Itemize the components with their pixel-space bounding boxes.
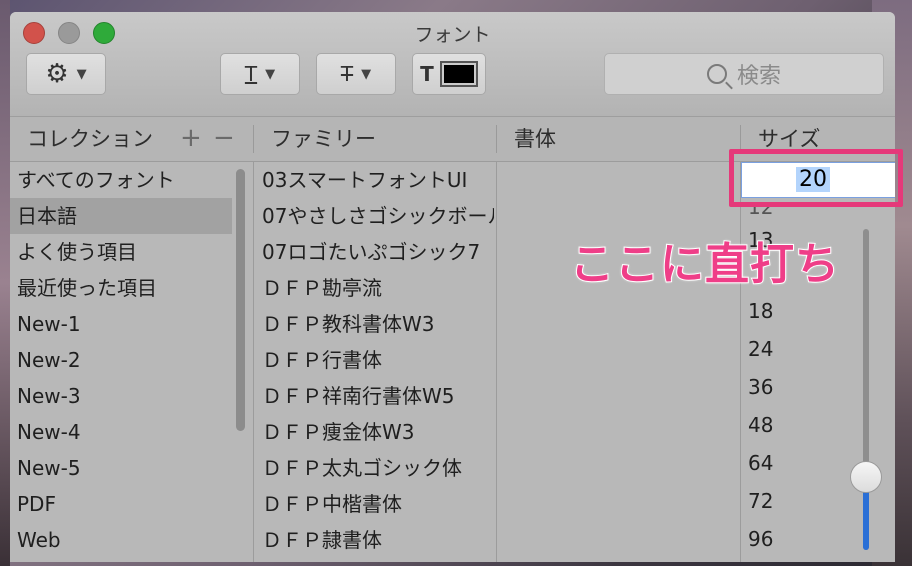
column-headers: コレクション + − ファミリー 書体 サイズ <box>10 117 895 162</box>
size-input[interactable]: 20 <box>741 162 895 198</box>
family-item[interactable]: 07ロゴたいぷゴシック7 <box>254 234 494 270</box>
desktop-wallpaper-left <box>0 0 10 566</box>
size-option[interactable]: 72 <box>746 482 826 520</box>
size-option[interactable]: 24 <box>746 330 826 368</box>
collection-item-selected[interactable]: 日本語 <box>10 198 232 234</box>
color-well[interactable] <box>439 61 478 87</box>
family-item[interactable]: ＤＦＰ痩金体W3 <box>254 414 494 450</box>
gear-icon: ⚙ <box>45 59 69 89</box>
column-divider[interactable] <box>253 125 254 153</box>
size-option[interactable]: 96 <box>746 520 826 558</box>
size-option[interactable]: 48 <box>746 406 826 444</box>
family-item[interactable]: ＤＦＰ祥南行書体W5 <box>254 378 494 414</box>
size-option[interactable]: 18 <box>746 292 826 330</box>
family-item[interactable]: ＤＦＰ中楷書体 <box>254 486 494 522</box>
action-menu-button[interactable]: ⚙ ▼ <box>26 53 106 95</box>
column-divider-line <box>740 162 741 562</box>
family-item[interactable]: ＤＦＰ隷書体 <box>254 522 494 558</box>
text-color-button[interactable]: T <box>412 53 486 95</box>
search-field[interactable]: 検索 <box>604 53 884 95</box>
size-header: サイズ <box>758 127 821 151</box>
annotation-callout: ここに直打ち <box>569 238 840 291</box>
collection-item[interactable]: New-1 <box>10 306 232 342</box>
add-collection-button[interactable]: + <box>180 117 202 161</box>
collection-item[interactable]: すべてのフォント <box>10 162 232 198</box>
collection-list: すべてのフォント 日本語 よく使う項目 最近使った項目 New-1 New-2 … <box>10 162 232 562</box>
collection-item[interactable]: New-2 <box>10 342 232 378</box>
collection-item[interactable]: New-3 <box>10 378 232 414</box>
family-item[interactable]: 07やさしさゴシックボールド <box>254 198 494 234</box>
size-slider-knob[interactable] <box>850 461 882 493</box>
remove-collection-button[interactable]: − <box>213 117 235 161</box>
size-option[interactable]: 12 <box>746 202 826 226</box>
family-list: 03スマートフォントUI 07やさしさゴシックボールド 07ロゴたいぷゴシック7… <box>254 162 494 562</box>
underline-text-icon: T <box>244 62 258 86</box>
collection-item[interactable]: New-4 <box>10 414 232 450</box>
family-item[interactable]: ＤＦＰ勘亭流 <box>254 270 494 306</box>
collection-item[interactable]: よく使う項目 <box>10 234 232 270</box>
strikethrough-text-icon: T <box>340 62 354 86</box>
family-item[interactable]: ＤＦＰ太丸ゴシック体 <box>254 450 494 486</box>
chevron-down-icon: ▼ <box>361 66 372 82</box>
column-divider[interactable] <box>496 125 497 153</box>
text-strikethrough-button[interactable]: T ▼ <box>316 53 396 95</box>
column-divider[interactable] <box>740 125 741 153</box>
text-underline-button[interactable]: T ▼ <box>220 53 300 95</box>
collection-item[interactable]: Web <box>10 522 232 558</box>
typeface-header: 書体 <box>514 127 556 151</box>
size-input-value: 20 <box>796 167 830 192</box>
size-option[interactable]: 64 <box>746 444 826 482</box>
chevron-down-icon: ▼ <box>76 66 87 82</box>
family-item[interactable]: ＤＦＰ教科書体W3 <box>254 306 494 342</box>
collection-scrollbar[interactable] <box>236 169 245 431</box>
family-item[interactable]: 03スマートフォントUI <box>254 162 494 198</box>
typeface-list <box>497 162 740 562</box>
family-item[interactable]: ＤＦＰ行書体 <box>254 342 494 378</box>
window-title: フォント <box>414 24 491 46</box>
collection-item[interactable]: 最近使った項目 <box>10 270 232 306</box>
search-placeholder: 検索 <box>736 64 781 89</box>
search-icon <box>706 64 727 84</box>
text-color-icon: T <box>420 62 434 86</box>
titlebar: フォント ⚙ ▼ T ▼ T ▼ T 検索 <box>10 12 895 117</box>
chevron-down-icon: ▼ <box>265 66 276 82</box>
family-header: ファミリー <box>271 127 376 151</box>
collection-header: コレクション <box>27 127 153 151</box>
collection-item[interactable]: PDF <box>10 486 232 522</box>
collection-item[interactable]: New-5 <box>10 450 232 486</box>
size-option[interactable]: 36 <box>746 368 826 406</box>
